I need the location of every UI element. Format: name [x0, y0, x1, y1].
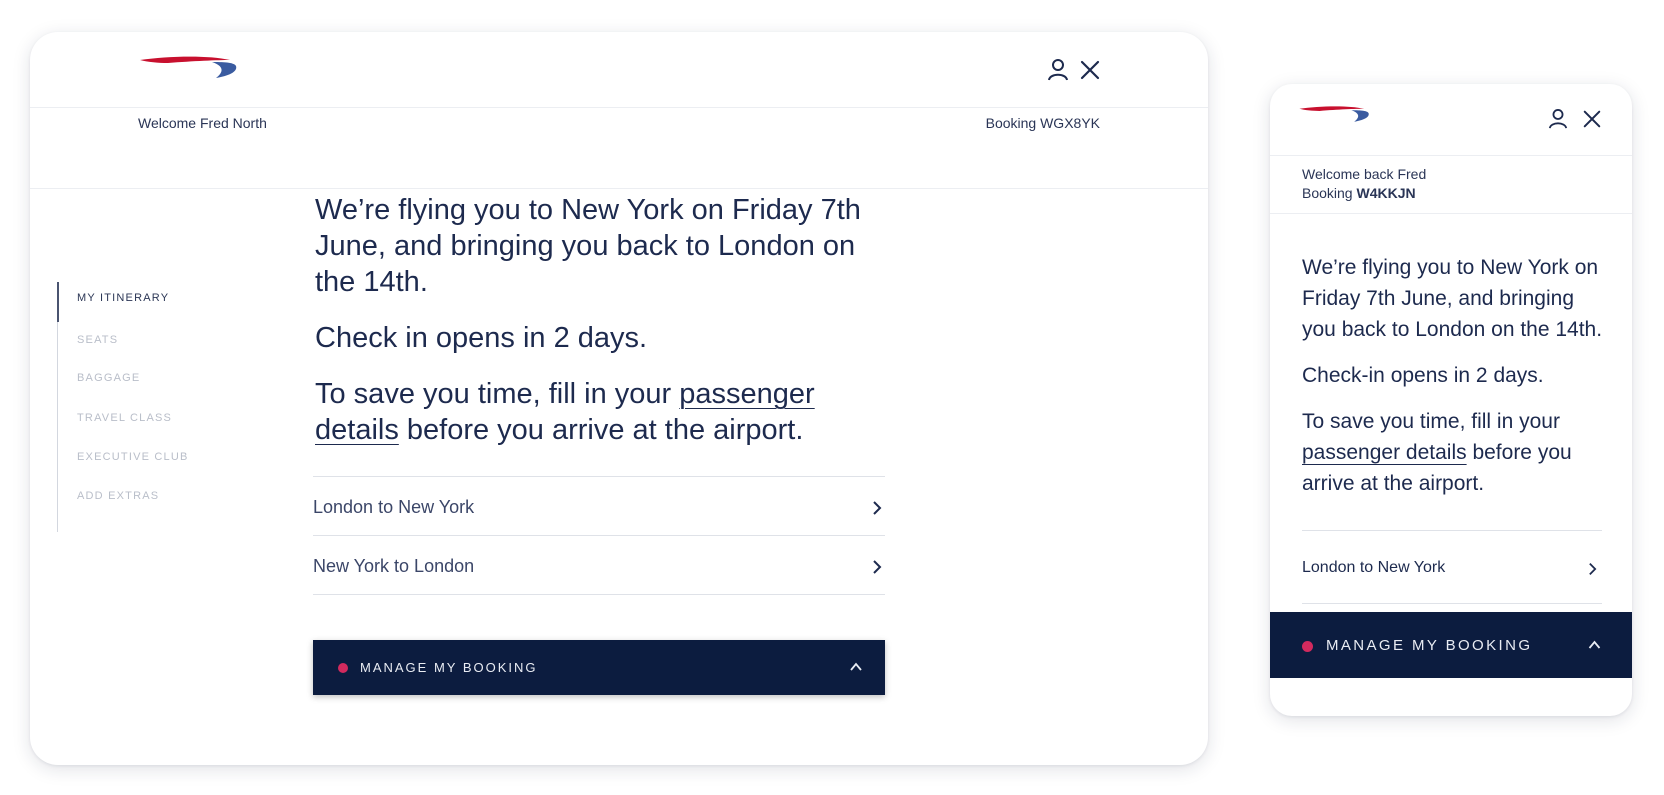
route-label: London to New York — [1302, 559, 1446, 576]
welcome-text: Welcome Fred North — [138, 115, 267, 131]
passenger-details-link[interactable]: passenger details — [1302, 441, 1467, 464]
booking-reference: Booking WGX8YK — [985, 115, 1100, 131]
chevron-right-icon — [873, 501, 882, 515]
nav-item-my-itinerary[interactable]: MY ITINERARY — [77, 292, 169, 304]
notification-dot — [338, 663, 348, 673]
nav-item-travel-class[interactable]: TRAVEL CLASS — [77, 412, 172, 424]
manage-booking-bar[interactable]: MANAGE MY BOOKING — [1270, 612, 1632, 678]
route-outbound[interactable]: London to New York — [313, 476, 885, 538]
user-icon[interactable] — [1548, 108, 1568, 130]
manage-booking-label: MANAGE MY BOOKING — [1326, 637, 1533, 654]
welcome-text: Welcome back Fred — [1302, 166, 1427, 182]
mobile-booking-panel: Welcome back Fred Booking W4KKJN We’re f… — [1270, 84, 1632, 716]
nav-item-seats[interactable]: SEATS — [77, 334, 118, 346]
manage-booking-label: MANAGE MY BOOKING — [360, 660, 538, 675]
speedmarque-logo[interactable] — [138, 54, 238, 86]
chevron-up-icon — [1588, 640, 1601, 649]
nav-item-add-extras[interactable]: ADD EXTRAS — [77, 490, 159, 502]
manage-booking-bar[interactable]: MANAGE MY BOOKING — [313, 640, 885, 695]
flight-summary-text: We’re flying you to New York on Friday 7… — [1302, 256, 1603, 341]
flight-summary-text: We’re flying you to New York on Friday 7… — [315, 194, 861, 298]
route-divider — [313, 594, 885, 595]
itinerary-summary: We’re flying you to New York on Friday 7… — [315, 192, 875, 468]
booking-reference: Booking W4KKJN — [1302, 185, 1416, 201]
passenger-details-prefix: To save you time, fill in your — [315, 378, 680, 410]
user-icon[interactable] — [1047, 58, 1069, 82]
route-label: New York to London — [313, 556, 475, 576]
passenger-details-text: To save you time, fill in your passenger… — [1302, 406, 1612, 499]
booking-code: W4KKJN — [1356, 185, 1416, 201]
notification-dot — [1302, 641, 1313, 652]
route-return[interactable]: New York to London — [313, 535, 885, 597]
chevron-up-icon — [850, 662, 862, 671]
route-label: London to New York — [313, 497, 475, 517]
nav-item-executive-club[interactable]: EXECUTIVE CLUB — [77, 451, 189, 463]
desktop-booking-panel: Welcome Fred North Booking WGX8YK MY ITI… — [30, 32, 1208, 765]
passenger-details-text: To save you time, fill in your passenger… — [315, 376, 875, 448]
side-navigation: MY ITINERARY SEATS BAGGAGE TRAVEL CLASS … — [57, 282, 257, 532]
chevron-right-icon — [1589, 563, 1597, 575]
nav-item-baggage[interactable]: BAGGAGE — [77, 372, 140, 384]
passenger-details-suffix: before you arrive at the airport. — [398, 414, 804, 446]
route-outbound[interactable]: London to New York — [1302, 530, 1602, 604]
check-in-text: Check in opens in 2 days. — [315, 322, 648, 354]
nav-active-indicator — [57, 282, 59, 322]
speedmarque-logo[interactable] — [1298, 104, 1370, 128]
passenger-details-prefix: To save you time, fill in your — [1302, 410, 1560, 433]
close-icon[interactable] — [1079, 59, 1101, 81]
chevron-right-icon — [873, 560, 882, 574]
close-icon[interactable] — [1582, 109, 1602, 129]
check-in-text: Check-in opens in 2 days. — [1302, 364, 1544, 387]
itinerary-summary: We’re flying you to New York on Friday 7… — [1302, 252, 1612, 514]
booking-prefix: Booking — [1302, 185, 1357, 201]
